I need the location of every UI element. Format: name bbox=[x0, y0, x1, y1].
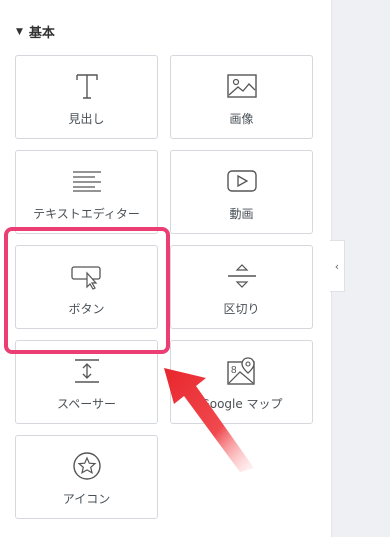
chevron-left-icon: ‹ bbox=[334, 259, 340, 273]
divider-icon bbox=[171, 260, 312, 292]
spacer-icon bbox=[16, 355, 157, 387]
star-icon bbox=[16, 450, 157, 482]
widget-label: 動画 bbox=[229, 207, 254, 221]
widget-label: スペーサー bbox=[57, 397, 116, 411]
widget-text-editor[interactable]: テキストエディター bbox=[15, 150, 158, 234]
widget-panel: ▼ 基本 見出し 画像 テキストエディター 動画 ボタン 区切り スペーサー 8… bbox=[0, 0, 330, 537]
text-editor-icon bbox=[16, 165, 157, 197]
section-header[interactable]: ▼ 基本 bbox=[16, 22, 55, 41]
video-icon bbox=[171, 165, 312, 197]
section-title: 基本 bbox=[28, 26, 55, 41]
widget-label: アイコン bbox=[62, 492, 111, 506]
highlight-frame bbox=[4, 227, 170, 354]
widget-label: 区切り bbox=[223, 302, 260, 316]
pointer-arrow bbox=[164, 368, 254, 472]
widget-icon[interactable]: アイコン bbox=[15, 435, 158, 519]
caret-down-icon: ▼ bbox=[16, 26, 23, 37]
widget-video[interactable]: 動画 bbox=[170, 150, 313, 234]
widget-image[interactable]: 画像 bbox=[170, 55, 313, 139]
widget-heading[interactable]: 見出し bbox=[15, 55, 158, 139]
heading-icon bbox=[16, 70, 157, 102]
widget-label: 画像 bbox=[229, 112, 254, 126]
widget-label: 見出し bbox=[68, 112, 105, 126]
widget-label: テキストエディター bbox=[33, 207, 140, 221]
image-icon bbox=[171, 70, 312, 102]
widget-divider[interactable]: 区切り bbox=[170, 245, 313, 329]
collapse-panel-button[interactable]: ‹ bbox=[330, 240, 345, 292]
